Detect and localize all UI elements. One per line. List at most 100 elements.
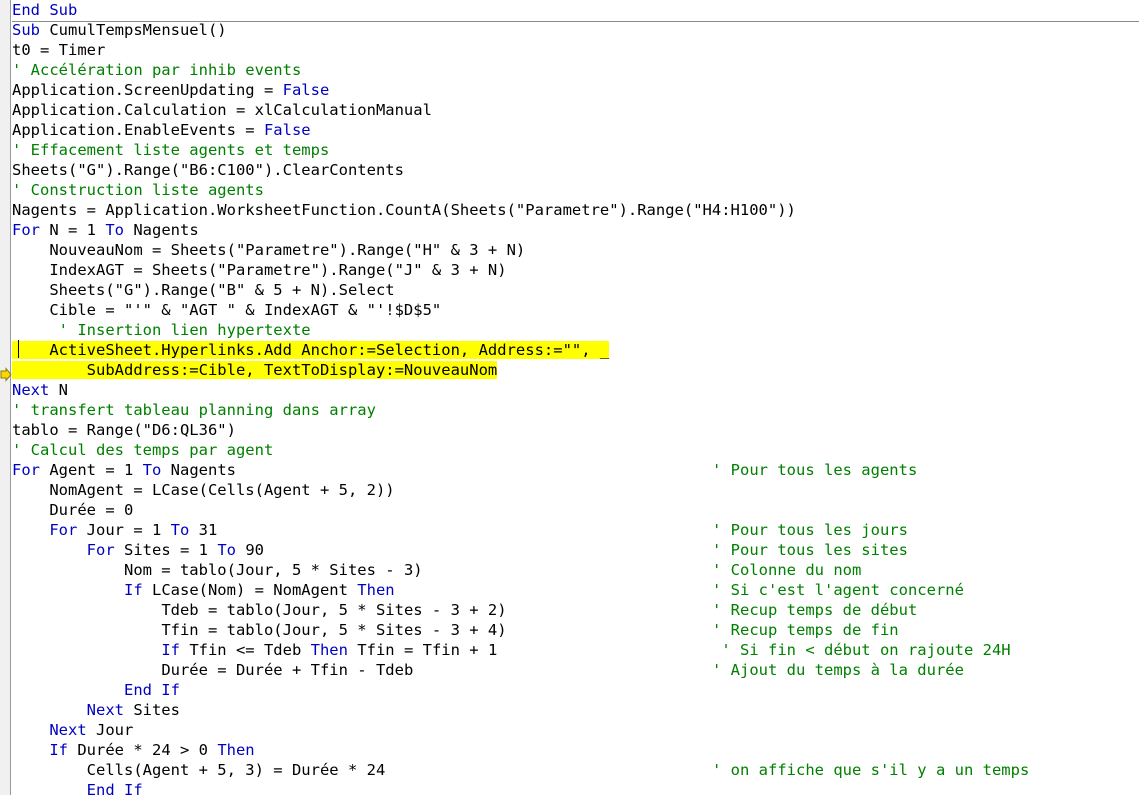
indicator-margin[interactable]: [0, 0, 11, 795]
code-line[interactable]: For Jour = 1 To 31 ' Pour tous les jours: [12, 520, 1139, 540]
code-line-text: End If: [124, 681, 180, 699]
code-line[interactable]: Cible = "'" & "AGT " & IndexAGT & "'!$D$…: [12, 300, 1139, 320]
code-token: NomAgent = LCase(Cells(Agent + 5, 2)): [49, 481, 395, 499]
code-line[interactable]: NouveauNom = Sheets("Parametre").Range("…: [12, 240, 1139, 260]
code-line[interactable]: End If: [12, 680, 1139, 700]
trailing-comment: ' Pour tous les jours: [712, 521, 908, 539]
code-token: N: [49, 381, 68, 399]
code-line[interactable]: ' Effacement liste agents et temps: [12, 140, 1139, 160]
code-token: Agent = 1: [40, 461, 143, 479]
code-line[interactable]: Nagents = Application.WorksheetFunction.…: [12, 200, 1139, 220]
code-token: SubAddress:=Cible, TextToDisplay:=Nouvea…: [86, 361, 498, 379]
code-token: Tdeb = tablo(Jour, 5 * Sites - 3 + 2): [161, 601, 507, 619]
code-line[interactable]: ' Insertion lien hypertexte: [12, 320, 1139, 340]
code-line[interactable]: Next Sites: [12, 700, 1139, 720]
code-token: Durée = Durée + Tfin - Tdeb: [161, 661, 414, 679]
code-comment: ' Insertion lien hypertexte: [58, 321, 311, 339]
code-keyword: Next: [49, 721, 87, 739]
code-line[interactable]: t0 = Timer: [12, 40, 1139, 60]
code-line[interactable]: For Sites = 1 To 90 ' Pour tous les sites: [12, 540, 1139, 560]
code-line-text: Nom = tablo(Jour, 5 * Sites - 3): [124, 561, 423, 579]
current-statement-arrow-icon: [0, 367, 12, 382]
code-line[interactable]: Sheets("G").Range("B6:C100").ClearConten…: [12, 160, 1139, 180]
code-keyword: If: [123, 581, 143, 599]
code-line-text: Next N: [12, 381, 68, 399]
code-line[interactable]: Durée = Durée + Tfin - Tdeb ' Ajout du te…: [12, 660, 1139, 680]
code-line[interactable]: ' Accélération par inhib events: [12, 60, 1139, 80]
code-line[interactable]: ' transfert tableau planning dans array: [12, 400, 1139, 420]
code-keyword: For: [12, 461, 40, 479]
code-line[interactable]: Sub CumulTempsMensuel(): [12, 20, 1139, 40]
code-line-text: Application.Calculation = xlCalculationM…: [12, 101, 432, 119]
code-line-text: Sheets("G").Range("B" & 5 + N).Select: [49, 281, 394, 299]
code-token: Application.Calculation = xlCalculationM…: [12, 101, 432, 119]
code-line[interactable]: End Sub: [12, 0, 1139, 20]
code-line[interactable]: Application.Calculation = xlCalculationM…: [12, 100, 1139, 120]
procedure-separator: [12, 21, 1139, 22]
code-line[interactable]: IndexAGT = Sheets("Parametre").Range("J"…: [12, 260, 1139, 280]
code-line[interactable]: Application.ScreenUpdating = False: [12, 80, 1139, 100]
code-line-text: ' transfert tableau planning dans array: [12, 401, 376, 419]
code-line[interactable]: NomAgent = LCase(Cells(Agent + 5, 2)): [12, 480, 1139, 500]
code-line[interactable]: ' Construction liste agents: [12, 180, 1139, 200]
code-line-text: ' Accélération par inhib events: [12, 61, 301, 79]
code-keyword: False: [263, 121, 311, 139]
code-keyword: End If: [123, 681, 180, 699]
code-keyword: Then: [357, 581, 395, 599]
code-line[interactable]: Next N: [12, 380, 1139, 400]
code-keyword: End If: [86, 781, 143, 795]
code-token: Jour: [86, 721, 134, 739]
code-line[interactable]: Tdeb = tablo(Jour, 5 * Sites - 3 + 2) ' R…: [12, 600, 1139, 620]
code-line-text: For Agent = 1 To Nagents: [12, 461, 236, 479]
code-line-text: Sub CumulTempsMensuel(): [12, 21, 227, 39]
code-line-text: For N = 1 To Nagents: [12, 221, 199, 239]
code-line[interactable]: Durée = 0: [12, 500, 1139, 520]
code-line-text: ' Construction liste agents: [12, 181, 264, 199]
code-token: CumulTempsMensuel(): [40, 21, 227, 39]
trailing-comment: ' Pour tous les agents: [712, 461, 918, 479]
code-token: Tfin = Tfin + 1: [347, 641, 498, 659]
code-token: 90: [235, 541, 264, 559]
code-line[interactable]: Next Jour: [12, 720, 1139, 740]
code-text-area[interactable]: End Sub Sub CumulTempsMensuel() t0 = Timer…: [12, 0, 1139, 795]
code-line[interactable]: If Tfin <= Tdeb Then Tfin = Tfin + 1 ' S…: [12, 640, 1139, 660]
code-line[interactable]: Application.EnableEvents = False: [12, 120, 1139, 140]
code-line[interactable]: For Agent = 1 To Nagents ' Pour tous les …: [12, 460, 1139, 480]
code-token: 31: [189, 521, 218, 539]
code-token: t0 = Timer: [12, 41, 106, 59]
code-comment: ' Effacement liste agents et temps: [12, 141, 330, 159]
code-line-text: Tdeb = tablo(Jour, 5 * Sites - 3 + 2): [161, 601, 506, 619]
code-line[interactable]: If Durée * 24 > 0 Then: [12, 740, 1139, 760]
code-line-text: Sheets("G").Range("B6:C100").ClearConten…: [12, 161, 404, 179]
code-line[interactable]: ' Calcul des temps par agent: [12, 440, 1139, 460]
code-line[interactable]: Nom = tablo(Jour, 5 * Sites - 3) ' Colonn…: [12, 560, 1139, 580]
vba-code-editor-window[interactable]: End Sub Sub CumulTempsMensuel() t0 = Timer…: [0, 0, 1139, 795]
code-line[interactable]: For N = 1 To Nagents: [12, 220, 1139, 240]
code-token: Jour = 1: [77, 521, 171, 539]
code-line[interactable]: Tfin = tablo(Jour, 5 * Sites - 3 + 4) ' R…: [12, 620, 1139, 640]
code-token: Cells(Agent + 5, 3) = Durée * 24: [86, 761, 386, 779]
code-line-text: Nagents = Application.WorksheetFunction.…: [12, 201, 796, 219]
code-line[interactable]: End If: [12, 780, 1139, 795]
code-line[interactable]: tablo = Range("D6:QL36"): [12, 420, 1139, 440]
code-line[interactable]: Cells(Agent + 5, 3) = Durée * 24 ' on aff…: [12, 760, 1139, 780]
code-line-selected-text: SubAddress:=Cible, TextToDisplay:=Nouvea…: [12, 361, 498, 379]
code-token: N = 1: [40, 221, 106, 239]
code-line[interactable]: ActiveSheet.Hyperlinks.Add Anchor:=Selec…: [12, 340, 1139, 360]
trailing-comment: ' Colonne du nom: [712, 561, 862, 579]
code-line[interactable]: Sheets("G").Range("B" & 5 + N).Select: [12, 280, 1139, 300]
code-line-text: If Durée * 24 > 0 Then: [49, 741, 254, 759]
code-line-text: Application.ScreenUpdating = False: [12, 81, 329, 99]
code-token: Durée * 24 > 0: [68, 741, 218, 759]
code-line-text: If Tfin <= Tdeb Then Tfin = Tfin + 1: [161, 641, 497, 659]
code-line-text: ' Calcul des temps par agent: [12, 441, 273, 459]
code-line-text: End Sub: [12, 1, 77, 19]
code-line[interactable]: SubAddress:=Cible, TextToDisplay:=Nouvea…: [12, 360, 1139, 380]
code-keyword: Then: [217, 741, 255, 759]
code-keyword: To: [217, 541, 236, 559]
code-line[interactable]: If LCase(Nom) = NomAgent Then ' Si c'est …: [12, 580, 1139, 600]
code-token: Application.EnableEvents =: [12, 121, 264, 139]
trailing-comment: ' Si c'est l'agent concerné: [712, 581, 964, 599]
code-line-text: Next Sites: [87, 701, 180, 719]
code-token: Nagents: [124, 221, 199, 239]
